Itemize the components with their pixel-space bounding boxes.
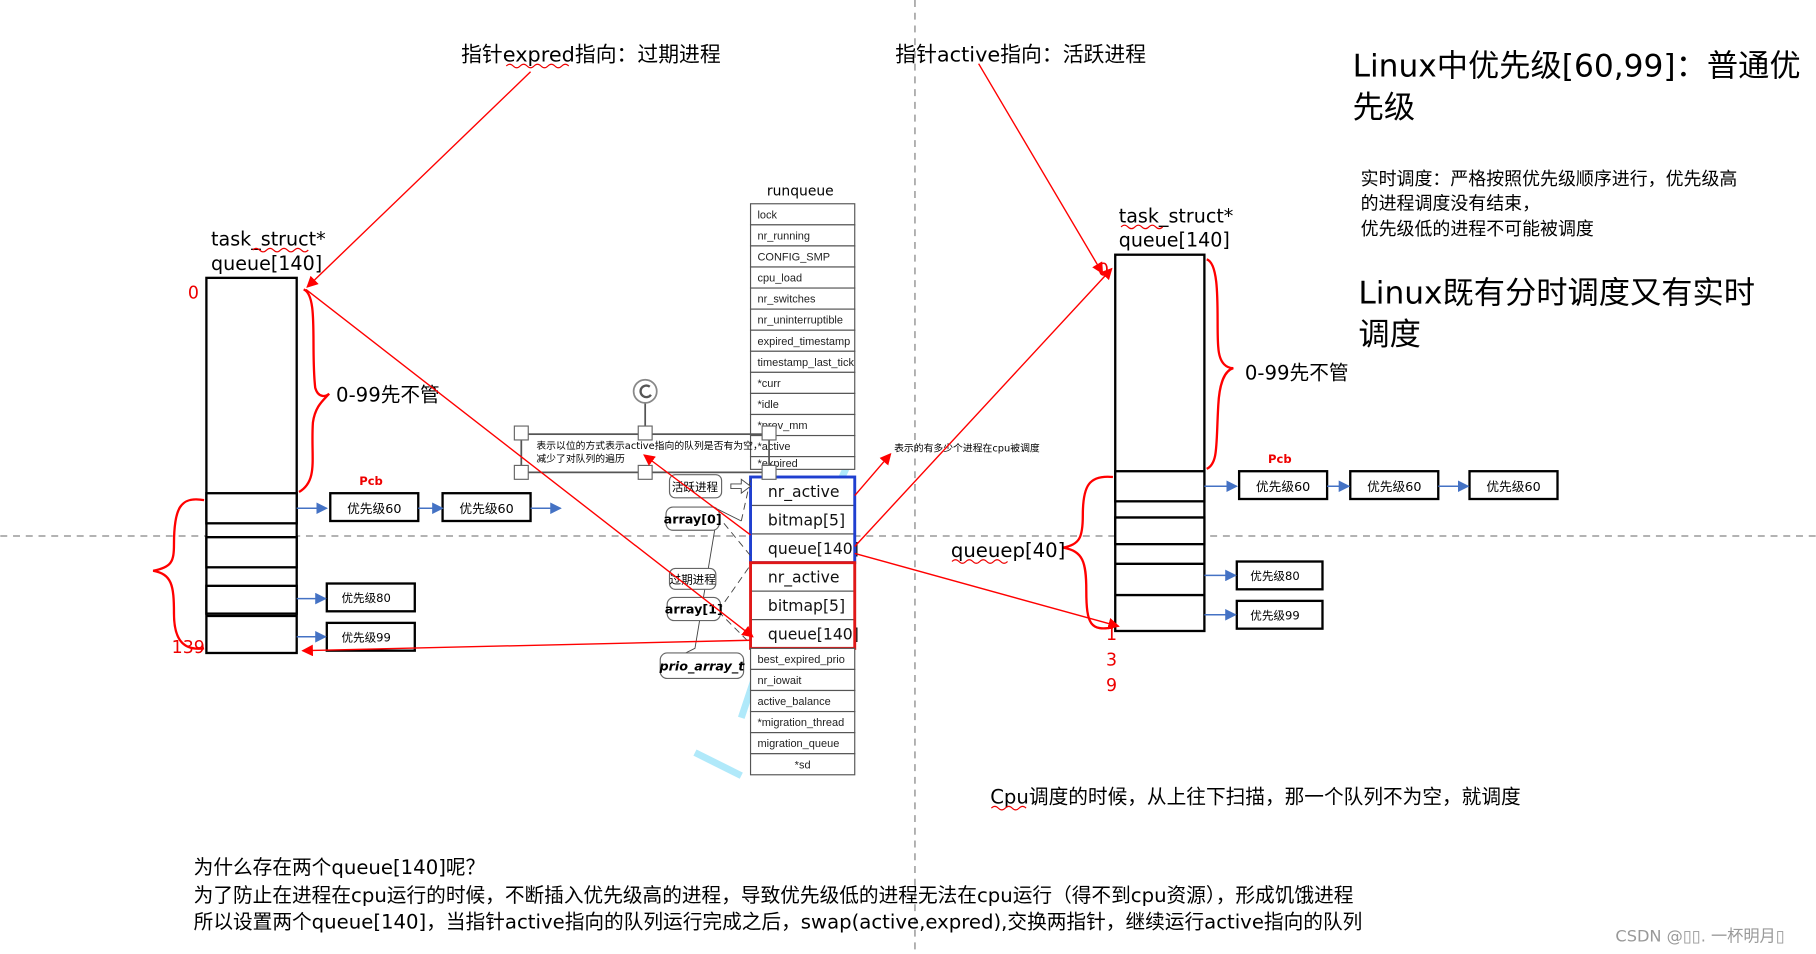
right-pcb-3: 优先级60 xyxy=(1486,480,1540,495)
left-pcb-99: 优先级99 xyxy=(341,630,390,644)
scheduler-diagram: 指针expred指向：过期进程 指针active指向：活跃进程 Linux中优先… xyxy=(0,0,1816,954)
runqueue-field-label: nr_running xyxy=(757,230,810,242)
callout-active-process: 活跃进程 xyxy=(672,480,719,494)
prio-array-callouts: 活跃进程 array[0] 过期进程 array[1] prio_array_t xyxy=(658,474,752,680)
scheduling-heading-line1: Linux既有分时调度又有实时 xyxy=(1358,275,1755,311)
runqueue-field-label: timestamp_last_tick xyxy=(757,357,854,369)
right-queue-title1: task_struct* xyxy=(1119,204,1234,227)
bottom-question: 为什么存在两个queue[140]呢？ xyxy=(194,856,486,879)
scheduling-heading-line2: 调度 xyxy=(1358,317,1421,353)
runqueue-title: runqueue xyxy=(767,184,834,200)
runqueue-field-label: migration_queue xyxy=(757,738,839,750)
right-index-bottom-3: 3 xyxy=(1106,651,1117,671)
runqueue-field-label: cpu_load xyxy=(757,273,802,285)
runqueue-field-label: nr_uninterruptible xyxy=(757,315,843,327)
left-pcb-2: 优先级60 xyxy=(459,502,513,517)
left-pcb-1: 优先级60 xyxy=(347,502,401,517)
right-brace-left xyxy=(1062,475,1114,630)
left-index-top: 0 xyxy=(188,284,199,304)
right-pcb-80: 优先级80 xyxy=(1250,569,1299,583)
runqueue-field-label: bitmap[5] xyxy=(768,597,845,615)
left-queue-title2: queue[140] xyxy=(211,252,322,275)
runqueue-field-label: best_expired_prio xyxy=(757,654,844,666)
pointer-arrows xyxy=(301,63,1120,657)
runqueue-field-label: active_balance xyxy=(757,696,830,708)
runqueue-field-label: bitmap[5] xyxy=(768,512,845,530)
left-brace-left xyxy=(152,498,205,650)
runqueue-field-label: CONFIG_SMP xyxy=(757,251,830,263)
runqueue-field-label: *idle xyxy=(757,399,778,411)
runqueue-field-label: *sd xyxy=(795,759,811,771)
runqueue-field-label: nr_active xyxy=(768,483,840,502)
active-pointer-label: 指针active指向：活跃进程 xyxy=(895,42,1146,66)
right-pcb-2: 优先级60 xyxy=(1367,480,1421,495)
left-pcb-label: Pcb xyxy=(359,474,383,488)
left-queue-title1: task_struct* xyxy=(211,227,326,250)
runqueue-field-label: nr_switches xyxy=(757,294,816,306)
runqueue-field-label: nr_active xyxy=(768,569,840,588)
watermark: CSDN @▯▯. 一杯明月▯ xyxy=(1615,926,1784,945)
right-pcb-1: 优先级60 xyxy=(1256,480,1310,495)
bitmap-note-line2: 减少了对队列的遍历 xyxy=(536,452,625,465)
nr-active-note: 表示的有多少个进程在cpu被调度 xyxy=(894,442,1040,455)
right-brace-label: 0-99先不管 xyxy=(1245,362,1349,385)
bottom-explanation-1: 为了防止在进程在cpu运行的时候，不断插入优先级高的进程，导致优先级低的进程无法… xyxy=(194,884,1354,907)
runqueue-field-label: lock xyxy=(757,209,777,221)
bottom-explanation-2: 所以设置两个queue[140]，当指针active指向的队列运行完成之后，sw… xyxy=(194,911,1363,934)
left-queue: task_struct* queue[140] 0 139 0-99先不管 Pc… xyxy=(152,227,562,658)
runqueue-field-label: nr_iowait xyxy=(757,675,801,687)
queuep-label: queuep[40] xyxy=(951,539,1065,562)
scan-note: Cpu调度的时候，从上往下扫描，那一个队列不为空，就调度 xyxy=(990,785,1521,808)
callout-array1: array[1] xyxy=(665,603,723,618)
callout-expired-process: 过期进程 xyxy=(670,573,717,587)
runqueue-field-label: queue[140] xyxy=(768,540,859,558)
runqueue-field-label: queue[140] xyxy=(768,626,859,644)
right-brace-right xyxy=(1206,258,1234,470)
right-index-bottom-9: 9 xyxy=(1106,676,1117,696)
expired-pointer-label: 指针expred指向：过期进程 xyxy=(461,42,721,66)
right-pcb-label: Pcb xyxy=(1268,452,1292,466)
priority-heading-line2: 先级 xyxy=(1353,90,1416,126)
left-brace-right xyxy=(298,288,331,494)
runqueue-field-label: expired_timestamp xyxy=(757,336,850,348)
callout-prio-array-t: prio_array_t xyxy=(658,659,745,674)
runqueue-field-label: *curr xyxy=(757,378,781,390)
bitmap-note-textbox[interactable]: 表示以位的方式表示active指向的队列是否有为空， 减少了对队列的遍历 xyxy=(513,378,777,480)
right-queue-title2: queue[140] xyxy=(1119,229,1230,252)
priority-heading-line1: Linux中优先级[60,99]：普通优 xyxy=(1353,48,1801,84)
left-brace-label: 0-99先不管 xyxy=(336,384,440,407)
realtime-note-line2: 的进程调度没有结束， xyxy=(1361,194,1540,215)
bitmap-note-line1: 表示以位的方式表示active指向的队列是否有为空， xyxy=(536,439,762,452)
runqueue-field-label: *migration_thread xyxy=(757,717,844,729)
callout-array0: array[0] xyxy=(664,512,722,527)
left-pcb-80: 优先级80 xyxy=(341,591,390,605)
realtime-note-line3: 优先级低的进程不可能被调度 xyxy=(1361,219,1594,240)
rotate-handle-icon[interactable] xyxy=(632,378,658,404)
right-pcb-99: 优先级99 xyxy=(1250,608,1299,622)
realtime-note-line1: 实时调度：严格按照优先级顺序进行，优先级高 xyxy=(1361,169,1738,190)
